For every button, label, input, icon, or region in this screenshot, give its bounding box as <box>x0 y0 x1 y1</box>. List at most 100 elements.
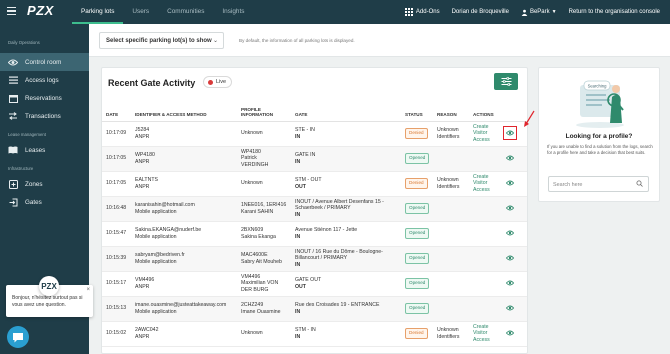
cell-gate: GATE IN IN <box>291 146 401 172</box>
cell-profile: Unknown <box>237 121 291 147</box>
cell-identifier: Sakina.EKANGA@nuderf.be Mobile applicatio… <box>131 221 237 247</box>
identifier-text: EALTNTS <box>135 177 158 184</box>
tab-communities[interactable]: Communities <box>158 0 213 24</box>
search-icon[interactable] <box>636 180 643 189</box>
sidebar-item-reservations[interactable]: Reservations <box>0 89 89 107</box>
cell-gate: INOUT / 16 Rue du Dôme - Boulogne-Billan… <box>291 246 401 272</box>
col-status: STATUS <box>401 99 433 122</box>
cell-reason <box>433 196 469 222</box>
create-visitor-access-link[interactable]: Create Visitor Access <box>473 324 490 342</box>
cell-view <box>501 146 527 172</box>
profile-line: Maximilian VON <box>241 280 279 287</box>
section-daily-operations: Daily Operations <box>8 40 40 45</box>
cell-status: Denied <box>401 321 433 347</box>
tab-insights[interactable]: Insights <box>213 0 253 24</box>
table-row: 10:17:05 EALTNTS ANPR Unknown STM - OUT OUT De… <box>102 171 527 197</box>
cell-profile: 1NEE016, 1ERI416 Karani SAHIN <box>237 196 291 222</box>
cell-actions <box>469 296 501 322</box>
top-right-menu: Add-Ons Dorian de Broqueville BePark ▼ R… <box>393 0 660 24</box>
table-row: 10:15:13 imane.ouasmine@justeattakeaway.c… <box>102 296 527 322</box>
top-nav: Parking lots Users Communities Insights <box>72 0 253 24</box>
cell-actions: Create Visitor Access <box>469 121 501 147</box>
view-details-eye-icon[interactable] <box>505 303 515 313</box>
table-row: 10:15:39 sabryam@bedriven.fr Mobile applic… <box>102 246 527 272</box>
panel-title: Recent Gate Activity <box>108 78 196 88</box>
table-row: 10:17:09 J5284 ANPR Unknown STE - IN IN Denied… <box>102 121 527 147</box>
app-logo[interactable]: PZX <box>27 3 54 18</box>
cell-status: Denied <box>401 171 433 197</box>
profile-line: Sabry Ait Mouheb <box>241 258 282 265</box>
cell-profile: MAC4600E Sabry Ait Mouheb <box>237 246 291 272</box>
gate-name: STE - IN <box>295 127 315 134</box>
cell-status: Opened <box>401 146 433 172</box>
col-date: DATE <box>102 99 131 122</box>
access-method: ANPR <box>135 183 150 190</box>
cell-reason <box>433 271 469 297</box>
parking-lot-select[interactable]: Select specific parking lot(s) to show ⌄ <box>99 32 224 49</box>
view-details-eye-icon[interactable] <box>505 253 515 263</box>
access-method: ANPR <box>135 283 150 290</box>
cell-profile: Unknown <box>237 321 291 347</box>
addons-label: Add-Ons <box>415 9 440 15</box>
cell-reason <box>433 296 469 322</box>
status-badge: Opened <box>405 253 430 264</box>
access-method: Mobile application <box>135 233 177 240</box>
view-details-eye-icon[interactable] <box>505 153 515 163</box>
cell-profile: WP4180 Patrick VERDINGH <box>237 146 291 172</box>
col-actions: ACTIONS <box>469 99 501 122</box>
sidebar-item-zones[interactable]: Zones <box>0 175 89 193</box>
chat-close-button[interactable]: × <box>86 287 90 294</box>
cell-reason: Unknown Identifiers <box>433 121 469 147</box>
profile-illustration: Searching <box>576 80 624 128</box>
view-details-eye-icon[interactable] <box>505 278 515 288</box>
eye-icon <box>8 57 18 67</box>
cell-reason <box>433 246 469 272</box>
sidebar-item-gates[interactable]: Gates <box>0 193 89 211</box>
status-badge: Opened <box>405 228 430 239</box>
cell-reason: Unknown Identifiers <box>433 321 469 347</box>
addons-button[interactable]: Add-Ons <box>404 8 440 16</box>
access-method: ANPR <box>135 158 150 165</box>
chat-launcher-button[interactable] <box>7 326 29 348</box>
sidebar-item-control-room[interactable]: Control room <box>0 53 89 71</box>
filter-settings-button[interactable] <box>494 73 518 90</box>
view-details-eye-icon[interactable] <box>505 328 515 338</box>
cell-date: 10:15:13 <box>102 296 131 322</box>
profile-search-input[interactable]: Search here <box>548 176 649 192</box>
menu-icon[interactable] <box>7 7 16 16</box>
cell-gate: Avenue Stiénon 117 - Jette IN <box>291 221 401 247</box>
view-details-eye-icon[interactable] <box>503 126 517 141</box>
profile-line: Unknown <box>241 330 263 337</box>
tab-parking-lots[interactable]: Parking lots <box>72 0 124 24</box>
org-menu[interactable]: BePark ▼ <box>521 9 557 16</box>
col-profile: PROFILE INFORMATION <box>237 99 291 122</box>
sidebar-item-label: Transactions <box>25 112 61 120</box>
cell-date: 10:16:48 <box>102 196 131 222</box>
tab-users[interactable]: Users <box>123 0 158 24</box>
sidebar-item-access-logs[interactable]: Access logs <box>0 71 89 89</box>
gate-direction: IN <box>295 211 301 218</box>
cell-actions <box>469 146 501 172</box>
create-visitor-access-link[interactable]: Create Visitor Access <box>473 174 490 192</box>
view-details-eye-icon[interactable] <box>505 203 515 213</box>
user-menu[interactable]: Dorian de Broqueville <box>452 9 509 15</box>
create-visitor-access-link[interactable]: Create Visitor Access <box>473 124 490 142</box>
view-details-eye-icon[interactable] <box>505 178 515 188</box>
gate-name: Rue des Croisades 19 - ENTRANCE <box>295 302 380 309</box>
cell-gate: INOUT / Avenue Albert Desenfans 15 - Sch… <box>291 196 401 222</box>
return-console-link[interactable]: Return to the organisation console <box>569 9 660 15</box>
status-badge: Opened <box>405 153 430 164</box>
sidebar-item-leases[interactable]: Leases <box>0 141 89 159</box>
cell-view <box>501 171 527 197</box>
col-reason: REASON <box>433 99 469 122</box>
identifier-text: WP4180 <box>135 152 155 159</box>
calendar-icon <box>8 93 18 103</box>
sidebar-item-transactions[interactable]: Transactions <box>0 107 89 125</box>
cell-profile: 2CHZ249 Imane Ouasmine <box>237 296 291 322</box>
identifier-text: VM4496 <box>135 277 155 284</box>
gate-direction: IN <box>295 233 301 240</box>
profile-line: Unknown <box>241 130 263 137</box>
cell-status: Denied <box>401 121 433 147</box>
view-details-eye-icon[interactable] <box>505 228 515 238</box>
filter-bar: Select specific parking lot(s) to show ⌄… <box>89 24 670 57</box>
